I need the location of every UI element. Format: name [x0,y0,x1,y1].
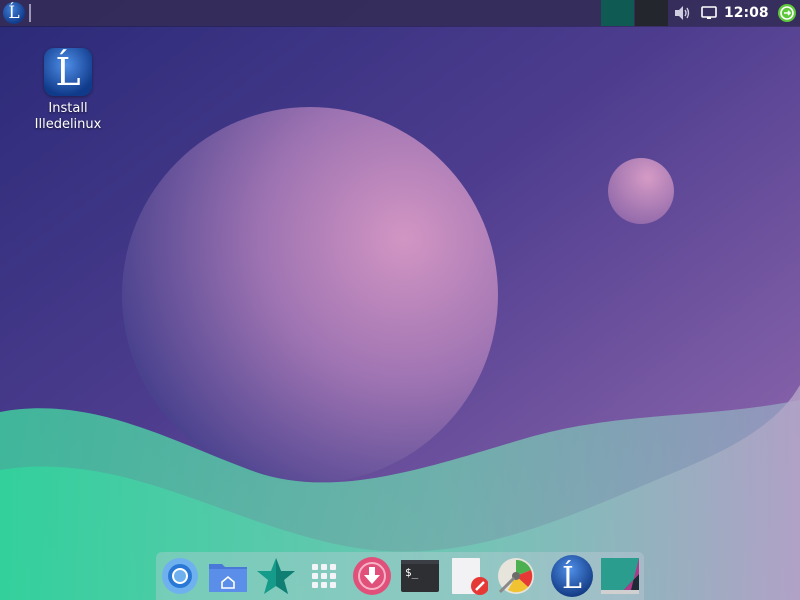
screenshot-icon[interactable] [600,556,640,596]
workspace-1-button[interactable] [601,0,634,26]
illedelinux-installer-icon: Ĺ [44,48,92,96]
terminal-prompt-text: $_ [405,566,419,579]
volume-icon[interactable] [673,5,691,21]
home-folder-icon[interactable] [208,556,248,596]
panel-separator [29,4,31,22]
top-panel: Ĺ 12:08 [0,0,800,26]
disk-utility-icon[interactable] [496,556,536,596]
star-icon[interactable] [256,556,296,596]
desktop-icon-label: Install Illedelinux [34,101,102,132]
display-icon[interactable] [700,5,718,21]
start-menu-button[interactable]: Ĺ [3,2,25,24]
illedelinux-icon[interactable]: Ĺ [550,554,594,598]
logout-icon[interactable] [777,3,797,23]
workspace-2-button[interactable] [635,0,668,26]
text-editor-icon[interactable] [448,556,488,596]
desktop-icon-install-illedelinux[interactable]: Ĺ Install Illedelinux [28,48,108,133]
illedelinux-glyph: Ĺ [562,560,582,596]
chromium-icon[interactable] [160,556,200,596]
clock[interactable]: 12:08 [724,0,769,26]
terminal-icon[interactable]: $_ [400,556,440,596]
download-icon[interactable] [352,556,392,596]
desktop-wallpaper [0,0,800,600]
app-grid-icon[interactable] [304,556,344,596]
